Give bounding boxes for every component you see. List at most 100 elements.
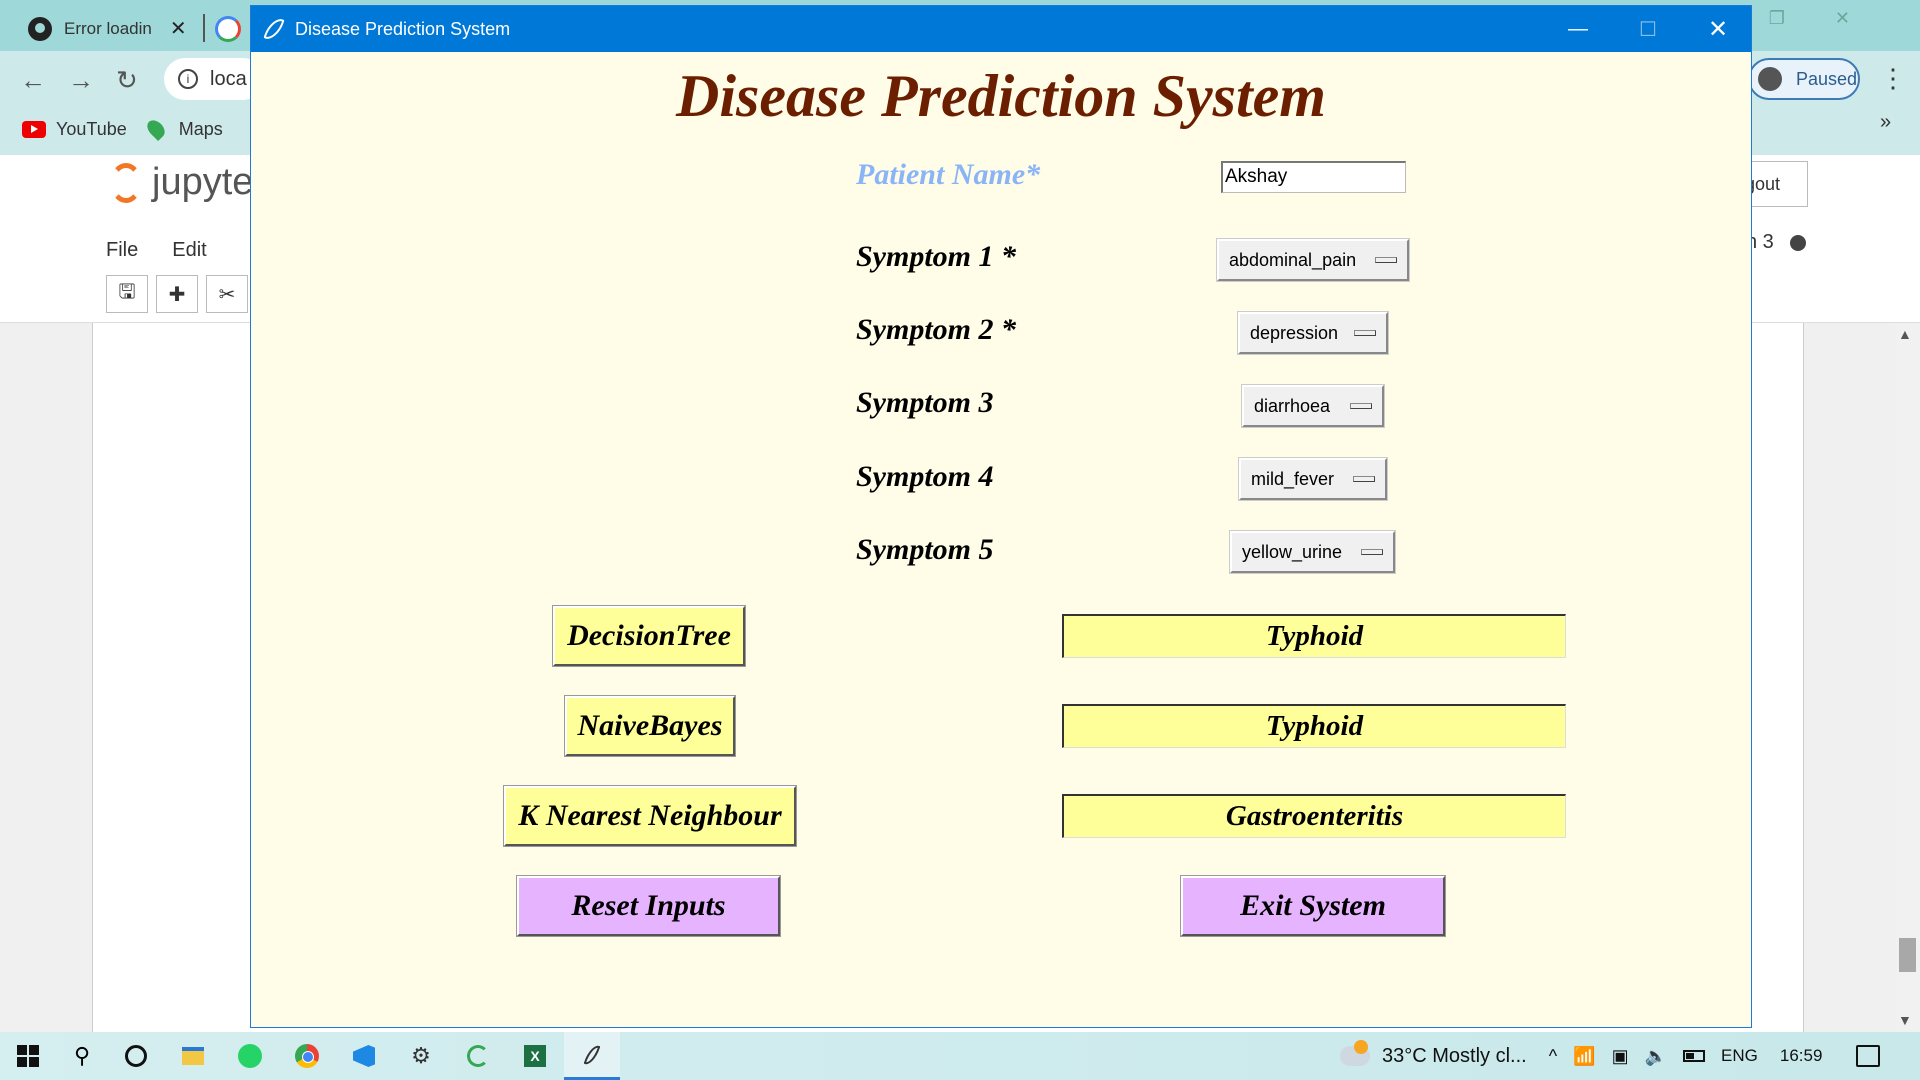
address-text: loca [210,67,247,90]
dropdown-indicator-icon [1361,549,1383,555]
camera-icon[interactable]: ▣ [1612,1046,1629,1067]
python-tk-icon[interactable] [564,1032,620,1080]
scroll-up-icon[interactable]: ▲ [1898,326,1912,342]
volume-icon[interactable]: 🔈 [1645,1046,1667,1067]
jupyter-logo-icon [110,162,142,203]
bookmarks-overflow-icon[interactable]: » [1880,111,1891,134]
tab-separator [203,14,205,42]
reload-icon[interactable]: ↻ [116,65,138,96]
maps-icon [143,116,168,142]
plus-icon[interactable]: ✚ [156,275,198,313]
close-icon[interactable]: ✕ [170,16,187,41]
app-window: Disease Prediction System — ☐ ✕ Disease … [250,5,1752,1028]
dropdown-indicator-icon [1353,476,1375,482]
symptom-2-value: depression [1250,322,1339,343]
patient-name-input[interactable]: Akshay [1221,161,1406,193]
save-icon[interactable]: 🖫 [106,275,148,313]
symptom-1-dropdown[interactable]: abdominal_pain [1216,238,1410,282]
browser-window-controls: ❐✕ [1768,8,1900,28]
language-indicator[interactable]: ENG [1721,1046,1758,1066]
chevron-up-icon[interactable]: ^ [1549,1046,1557,1067]
kernel-indicator: n 3 [1746,231,1806,254]
start-button[interactable] [0,1032,56,1080]
dropdown-indicator-icon [1375,257,1397,263]
bookmark-label: Maps [178,118,223,139]
knn-result: Gastroenteritis [1062,794,1566,838]
exit-system-button[interactable]: Exit System [1180,875,1446,937]
naive-bayes-result: Typhoid [1062,704,1566,748]
reset-inputs-button[interactable]: Reset Inputs [516,875,781,937]
scroll-down-icon[interactable]: ▼ [1898,1012,1912,1028]
avatar [1758,67,1782,91]
jupyter-logo[interactable]: jupyte [110,161,253,204]
menu-edit[interactable]: Edit [172,239,206,262]
symptom-4-dropdown[interactable]: mild_fever [1238,457,1388,501]
profile-button[interactable]: Paused [1748,58,1860,100]
scissors-icon[interactable]: ✂ [206,275,248,313]
jupyter-menubar: File Edit [106,225,241,275]
youtube-icon [22,120,46,138]
system-tray: 33°C Mostly cl... ^ 📶 ▣ 🔈 ENG 16:59 [1340,1032,1881,1080]
address-bar[interactable]: i loca [164,58,264,100]
github-icon [28,16,52,41]
knn-button[interactable]: K Nearest Neighbour [503,785,797,847]
tab-label: Error loadin [64,18,152,38]
wifi-icon[interactable]: 📶 [1573,1046,1595,1067]
title-bar[interactable]: Disease Prediction System — ☐ ✕ [251,6,1751,52]
jupyter-logo-text: jupyte [152,161,254,203]
scrollbar[interactable] [1895,323,1920,1032]
jupyter-toolbar: 🖫 ✚ ✂ [106,275,256,313]
decision-tree-button[interactable]: DecisionTree [552,605,746,667]
windows-icon [17,1045,39,1067]
google-icon [215,15,241,42]
symptom-2-label: Symptom 2 * [856,313,1017,346]
search-icon[interactable]: ⚲ [54,1032,110,1080]
symptom-3-label: Symptom 3 [856,386,994,419]
vscode-icon[interactable] [336,1032,392,1080]
tab-google[interactable] [215,6,255,51]
bookmark-maps[interactable]: Maps [143,116,223,142]
kernel-status-icon [1789,234,1806,251]
menu-file[interactable]: File [106,239,138,262]
symptom-3-value: diarrhoea [1254,395,1331,416]
symptom-5-dropdown[interactable]: yellow_urine [1229,530,1396,574]
close-button[interactable]: ✕ [1683,6,1753,52]
symptom-5-value: yellow_urine [1242,541,1343,562]
bookmark-label: YouTube [56,118,127,139]
chrome-icon[interactable] [279,1032,335,1080]
symptom-5-label: Symptom 5 [856,533,994,566]
battery-icon[interactable] [1683,1050,1706,1062]
symptom-1-label: Symptom 1 * [856,240,1017,273]
more-menu-icon[interactable]: ⋮ [1880,63,1906,94]
weather-text[interactable]: 33°C Mostly cl... [1382,1045,1527,1068]
tab-github[interactable]: Error loadin ✕ [18,6,193,51]
dropdown-indicator-icon [1350,403,1372,409]
whatsapp-icon[interactable] [222,1032,278,1080]
bookmark-youtube[interactable]: YouTube [22,119,127,140]
minimize-button[interactable]: — [1543,6,1613,52]
symptom-4-label: Symptom 4 [856,460,994,493]
symptom-2-dropdown[interactable]: depression [1237,311,1389,355]
symptom-3-dropdown[interactable]: diarrhoea [1241,384,1385,428]
settings-gear-icon[interactable]: ⚙ [393,1032,449,1080]
bookmarks-bar: YouTube Maps [0,111,260,147]
naive-bayes-button[interactable]: NaiveBayes [564,695,736,757]
patient-name-label: Patient Name* [856,158,1041,191]
window-title: Disease Prediction System [295,18,511,39]
forward-arrow-icon[interactable]: → [68,65,94,96]
weather-cloud-icon[interactable] [1340,1040,1370,1066]
cortana-icon[interactable] [108,1032,164,1080]
notification-icon[interactable] [1856,1045,1881,1067]
clock[interactable]: 16:59 [1780,1046,1823,1066]
scroll-thumb[interactable] [1899,938,1916,972]
file-explorer-icon[interactable] [165,1032,221,1080]
info-icon[interactable]: i [178,69,198,89]
symptom-1-value: abdominal_pain [1229,249,1357,270]
back-arrow-icon[interactable]: ← [20,65,46,96]
green-ring-app-icon[interactable] [450,1032,506,1080]
maximize-button[interactable]: ☐ [1613,6,1683,52]
profile-status: Paused [1796,68,1858,89]
decision-tree-result: Typhoid [1062,614,1566,658]
excel-icon[interactable]: X [507,1032,563,1080]
feather-icon [263,15,285,43]
